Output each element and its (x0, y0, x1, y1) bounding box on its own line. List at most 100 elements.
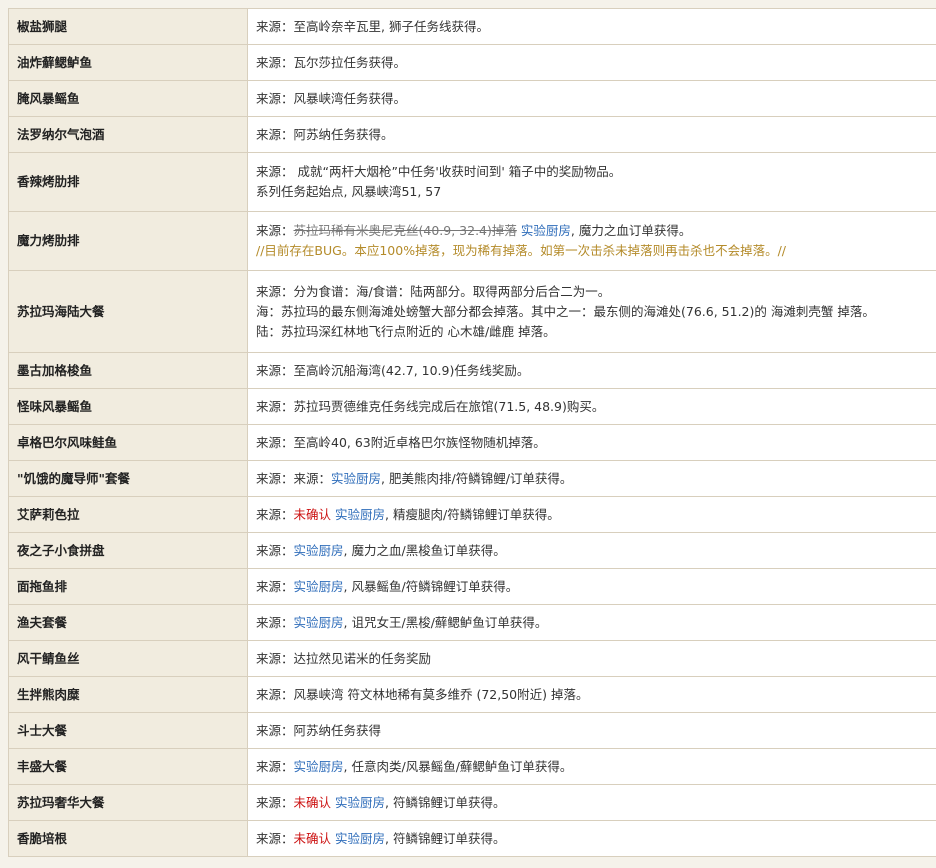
recipe-source: 来源：实验厨房, 风暴鳐鱼/符鳞锦鲤订单获得。 (248, 569, 936, 605)
source-text: , 符鳞锦鲤订单获得。 (385, 831, 505, 846)
table-row: 苏拉玛奢华大餐来源：未确认 实验厨房, 符鳞锦鲤订单获得。 (9, 785, 936, 821)
source-line: 来源：苏拉玛贾德维克任务线完成后在旅馆(71.5, 48.9)购买。 (256, 397, 936, 417)
recipe-name: "饥饿的魔导师"套餐 (9, 461, 248, 497)
recipe-source: 来源：实验厨房, 魔力之血/黑梭鱼订单获得。 (248, 533, 936, 569)
recipe-name: 斗士大餐 (9, 713, 248, 749)
table-row: 香脆培根来源：未确认 实验厨房, 符鳞锦鲤订单获得。 (9, 821, 936, 857)
bug-note: //目前存在BUG。本应100%掉落，现为稀有掉落。如第一次击杀未掉落则再击杀也… (256, 243, 786, 258)
source-line: //目前存在BUG。本应100%掉落，现为稀有掉落。如第一次击杀未掉落则再击杀也… (256, 241, 936, 261)
recipe-table: 椒盐狮腿来源：至高岭奈辛瓦里, 狮子任务线获得。油炸蘚鳃鲈鱼来源：瓦尔莎拉任务获… (8, 8, 936, 857)
recipe-name: 风干鲭鱼丝 (9, 641, 248, 677)
source-text: 来源：至高岭40, 63附近卓格巴尔族怪物随机掉落。 (256, 435, 546, 450)
source-text: 来源：分为食谱：海/食谱：陆两部分。取得两部分后合二为一。 (256, 284, 610, 299)
table-row: 油炸蘚鳃鲈鱼来源：瓦尔莎拉任务获得。 (9, 45, 936, 81)
table-row: 苏拉玛海陆大餐来源：分为食谱：海/食谱：陆两部分。取得两部分后合二为一。海：苏拉… (9, 271, 936, 353)
table-row: "饥饿的魔导师"套餐来源：来源：实验厨房, 肥美熊肉排/符鳞锦鲤/订单获得。 (9, 461, 936, 497)
table-row: 椒盐狮腿来源：至高岭奈辛瓦里, 狮子任务线获得。 (9, 9, 936, 45)
source-line: 来源：实验厨房, 任意肉类/风暴鳐鱼/蘚鳃鲈鱼订单获得。 (256, 757, 936, 777)
strikethrough-text: 苏拉玛稀有米奥尼克丝(40.9, 32.4)掉落 (294, 223, 517, 238)
table-row: 墨古加格梭鱼来源：至高岭沉船海湾(42.7, 10.9)任务线奖励。 (9, 353, 936, 389)
source-text: 来源： (256, 615, 294, 630)
source-line: 来源：未确认 实验厨房, 精瘦腿肉/符鳞锦鲤订单获得。 (256, 505, 936, 525)
recipe-name: 香脆培根 (9, 821, 248, 857)
recipe-source: 来源：至高岭40, 63附近卓格巴尔族怪物随机掉落。 (248, 425, 936, 461)
recipe-source: 来源：来源：实验厨房, 肥美熊肉排/符鳞锦鲤/订单获得。 (248, 461, 936, 497)
source-line: 来源： 成就“两杆大烟枪”中任务'收获时间到' 箱子中的奖励物品。 (256, 162, 936, 182)
recipe-name: 苏拉玛海陆大餐 (9, 271, 248, 353)
table-row: 面拖鱼排来源：实验厨房, 风暴鳐鱼/符鳞锦鲤订单获得。 (9, 569, 936, 605)
source-line: 来源：实验厨房, 诅咒女王/黑梭/蘚鳃鲈鱼订单获得。 (256, 613, 936, 633)
recipe-source: 来源：未确认 实验厨房, 符鳞锦鲤订单获得。 (248, 821, 936, 857)
recipe-name: 艾萨莉色拉 (9, 497, 248, 533)
recipe-name: 墨古加格梭鱼 (9, 353, 248, 389)
experimental-kitchen-link[interactable]: 实验厨房 (335, 507, 385, 522)
table-row: 怪味风暴鳐鱼来源：苏拉玛贾德维克任务线完成后在旅馆(71.5, 48.9)购买。 (9, 389, 936, 425)
source-text: 来源：达拉然见诺米的任务奖励 (256, 651, 431, 666)
source-text: 来源：至高岭奈辛瓦里, 狮子任务线获得。 (256, 19, 489, 34)
experimental-kitchen-link[interactable]: 实验厨房 (294, 579, 344, 594)
recipe-source: 来源：未确认 实验厨房, 精瘦腿肉/符鳞锦鲤订单获得。 (248, 497, 936, 533)
unconfirmed-label: 未确认 (294, 831, 332, 846)
source-text: 来源： (256, 579, 294, 594)
recipe-name: 油炸蘚鳃鲈鱼 (9, 45, 248, 81)
source-text: 来源： (256, 543, 294, 558)
source-line: 陆：苏拉玛深红林地飞行点附近的 心木雄/雌鹿 掉落。 (256, 322, 936, 342)
recipe-source: 来源：苏拉玛稀有米奥尼克丝(40.9, 32.4)掉落 实验厨房, 魔力之血订单… (248, 212, 936, 271)
experimental-kitchen-link[interactable]: 实验厨房 (335, 795, 385, 810)
table-row: 法罗纳尔气泡酒来源：阿苏纳任务获得。 (9, 117, 936, 153)
table-row: 丰盛大餐来源：实验厨房, 任意肉类/风暴鳐鱼/蘚鳃鲈鱼订单获得。 (9, 749, 936, 785)
source-text: 来源：至高岭沉船海湾(42.7, 10.9)任务线奖励。 (256, 363, 529, 378)
experimental-kitchen-link[interactable]: 实验厨房 (294, 615, 344, 630)
source-line: 来源：至高岭沉船海湾(42.7, 10.9)任务线奖励。 (256, 361, 936, 381)
source-line: 来源：实验厨房, 魔力之血/黑梭鱼订单获得。 (256, 541, 936, 561)
source-line: 来源：至高岭40, 63附近卓格巴尔族怪物随机掉落。 (256, 433, 936, 453)
source-text: , 诅咒女王/黑梭/蘚鳃鲈鱼订单获得。 (344, 615, 548, 630)
source-line: 系列任务起始点, 风暴峡湾51, 57 (256, 182, 936, 202)
experimental-kitchen-link[interactable]: 实验厨房 (331, 471, 381, 486)
table-row: 夜之子小食拼盘来源：实验厨房, 魔力之血/黑梭鱼订单获得。 (9, 533, 936, 569)
table-row: 香辣烤肋排来源： 成就“两杆大烟枪”中任务'收获时间到' 箱子中的奖励物品。系列… (9, 153, 936, 212)
source-text: 来源：风暴峡湾 符文林地稀有莫多维乔 (72,50附近) 掉落。 (256, 687, 588, 702)
recipe-name: 魔力烤肋排 (9, 212, 248, 271)
source-text: 来源：瓦尔莎拉任务获得。 (256, 55, 406, 70)
source-text: , 精瘦腿肉/符鳞锦鲤订单获得。 (385, 507, 560, 522)
source-text: 来源： (256, 223, 294, 238)
recipe-source: 来源：达拉然见诺米的任务奖励 (248, 641, 936, 677)
source-line: 来源：至高岭奈辛瓦里, 狮子任务线获得。 (256, 17, 936, 37)
recipe-name: 夜之子小食拼盘 (9, 533, 248, 569)
table-row: 风干鲭鱼丝来源：达拉然见诺米的任务奖励 (9, 641, 936, 677)
source-text: 来源：阿苏纳任务获得 (256, 723, 381, 738)
table-row: 魔力烤肋排来源：苏拉玛稀有米奥尼克丝(40.9, 32.4)掉落 实验厨房, 魔… (9, 212, 936, 271)
source-line: 来源：瓦尔莎拉任务获得。 (256, 53, 936, 73)
recipe-source: 来源：阿苏纳任务获得。 (248, 117, 936, 153)
recipe-source: 来源：风暴峡湾任务获得。 (248, 81, 936, 117)
source-text: , 风暴鳐鱼/符鳞锦鲤订单获得。 (344, 579, 519, 594)
recipe-name: 卓格巴尔风味鲑鱼 (9, 425, 248, 461)
recipe-source: 来源：风暴峡湾 符文林地稀有莫多维乔 (72,50附近) 掉落。 (248, 677, 936, 713)
source-text: 来源： (256, 831, 294, 846)
table-row: 斗士大餐来源：阿苏纳任务获得 (9, 713, 936, 749)
source-line: 来源：分为食谱：海/食谱：陆两部分。取得两部分后合二为一。 (256, 282, 936, 302)
table-row: 生拌熊肉糜来源：风暴峡湾 符文林地稀有莫多维乔 (72,50附近) 掉落。 (9, 677, 936, 713)
source-text: 海：苏拉玛的最东侧海滩处螃蟹大部分都会掉落。其中之一：最东侧的海滩处(76.6,… (256, 304, 875, 319)
recipe-name: 香辣烤肋排 (9, 153, 248, 212)
recipe-name: 法罗纳尔气泡酒 (9, 117, 248, 153)
experimental-kitchen-link[interactable]: 实验厨房 (294, 759, 344, 774)
source-line: 来源：未确认 实验厨房, 符鳞锦鲤订单获得。 (256, 793, 936, 813)
recipe-name: 苏拉玛奢华大餐 (9, 785, 248, 821)
experimental-kitchen-link[interactable]: 实验厨房 (521, 223, 571, 238)
recipe-source: 来源：未确认 实验厨房, 符鳞锦鲤订单获得。 (248, 785, 936, 821)
source-line: 来源：未确认 实验厨房, 符鳞锦鲤订单获得。 (256, 829, 936, 849)
source-text: 来源： (256, 507, 294, 522)
source-text: 来源： (256, 759, 294, 774)
source-text: , 任意肉类/风暴鳐鱼/蘚鳃鲈鱼订单获得。 (344, 759, 573, 774)
recipe-name: 面拖鱼排 (9, 569, 248, 605)
recipe-table-body: 椒盐狮腿来源：至高岭奈辛瓦里, 狮子任务线获得。油炸蘚鳃鲈鱼来源：瓦尔莎拉任务获… (9, 9, 936, 857)
experimental-kitchen-link[interactable]: 实验厨房 (335, 831, 385, 846)
source-text: 来源：来源： (256, 471, 331, 486)
source-text: 来源：阿苏纳任务获得。 (256, 127, 394, 142)
recipe-source: 来源：至高岭奈辛瓦里, 狮子任务线获得。 (248, 9, 936, 45)
experimental-kitchen-link[interactable]: 实验厨房 (294, 543, 344, 558)
recipe-name: 渔夫套餐 (9, 605, 248, 641)
recipe-source: 来源：实验厨房, 任意肉类/风暴鳐鱼/蘚鳃鲈鱼订单获得。 (248, 749, 936, 785)
